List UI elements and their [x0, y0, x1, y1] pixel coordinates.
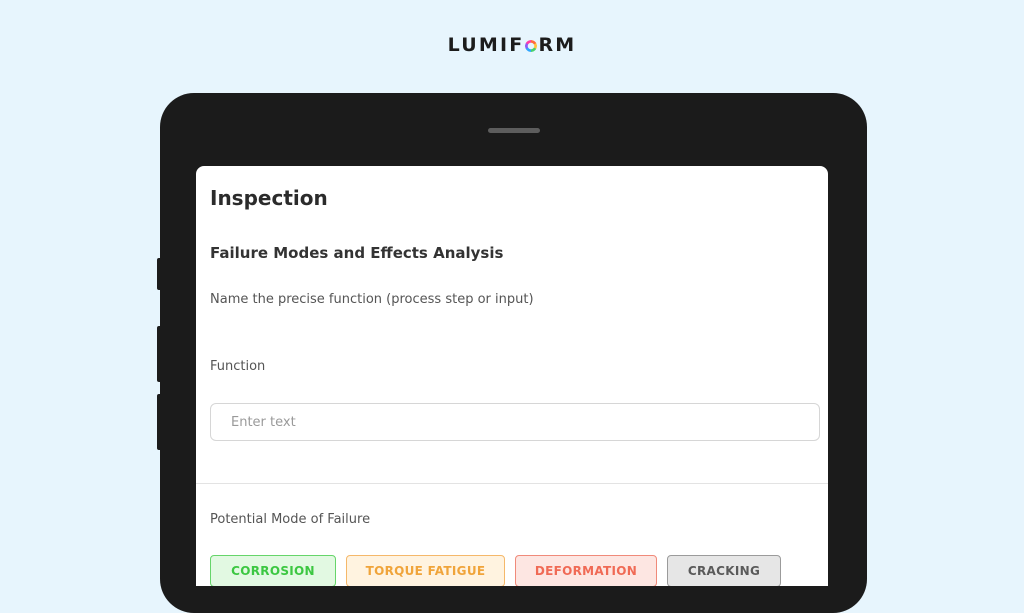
brand-text-end: RM — [538, 34, 577, 56]
tablet-speaker — [488, 128, 540, 133]
brand-logo: LUMIF RM — [0, 34, 1024, 56]
failure-mode-label: Potential Mode of Failure — [210, 512, 371, 527]
failure-mode-chip-deformation[interactable]: DEFORMATION — [515, 555, 657, 586]
failure-mode-chip-torque-fatigue[interactable]: TORQUE FATIGUE — [346, 555, 505, 586]
brand-text-start: LUMIF — [447, 34, 525, 56]
page-title: Inspection — [210, 186, 328, 210]
function-label: Function — [210, 359, 266, 374]
tablet-screen: Inspection Failure Modes and Effects Ana… — [196, 166, 828, 586]
brand-o-icon — [525, 40, 538, 52]
function-input[interactable] — [210, 403, 820, 441]
question-description: Name the precise function (process step … — [210, 292, 534, 307]
section-title: Failure Modes and Effects Analysis — [210, 244, 504, 262]
failure-mode-chip-cracking[interactable]: CRACKING — [667, 555, 781, 586]
failure-mode-chip-corrosion[interactable]: CORROSION — [210, 555, 336, 586]
divider — [196, 483, 828, 484]
